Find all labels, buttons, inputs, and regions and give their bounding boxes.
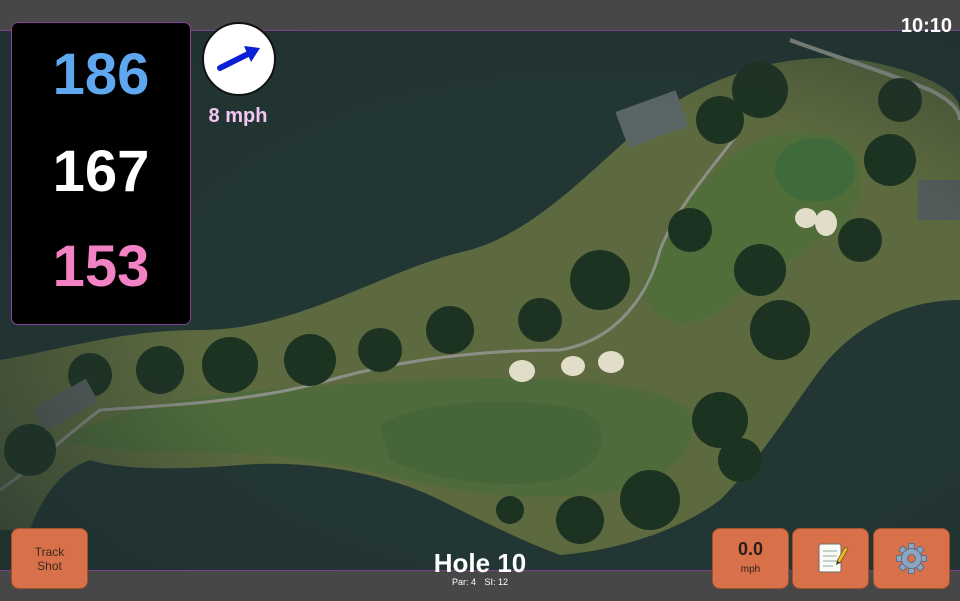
speed-unit: mph	[740, 564, 761, 575]
gear-icon	[896, 543, 927, 574]
notepad-icon	[818, 543, 849, 573]
settings-button[interactable]	[873, 528, 950, 589]
hole-title: Hole 10	[433, 548, 527, 578]
distance-middle: 167	[52, 139, 150, 204]
distance-panel: 186 167 153	[11, 22, 191, 325]
hole-stroke-index: SI: 12	[484, 577, 509, 587]
hole-info: Par: 4 SI: 12	[380, 577, 580, 588]
distance-back: 186	[52, 42, 150, 107]
wind-speed: 8 mph	[208, 105, 268, 127]
notes-button[interactable]	[792, 528, 869, 589]
track-shot-button[interactable]: Track Shot	[11, 528, 88, 589]
wind-arrow-icon	[217, 46, 260, 71]
speed-value: 0.0	[737, 539, 764, 559]
track-shot-label-line2: Shot	[37, 559, 62, 573]
wind-direction-indicator	[202, 22, 276, 96]
distance-front: 153	[52, 234, 150, 299]
track-shot-label-line1: Track	[34, 545, 65, 559]
swing-speed-button[interactable]: 0.0 mph	[712, 528, 789, 589]
hole-par: Par: 4	[451, 577, 476, 587]
clock: 10:10	[900, 15, 952, 37]
